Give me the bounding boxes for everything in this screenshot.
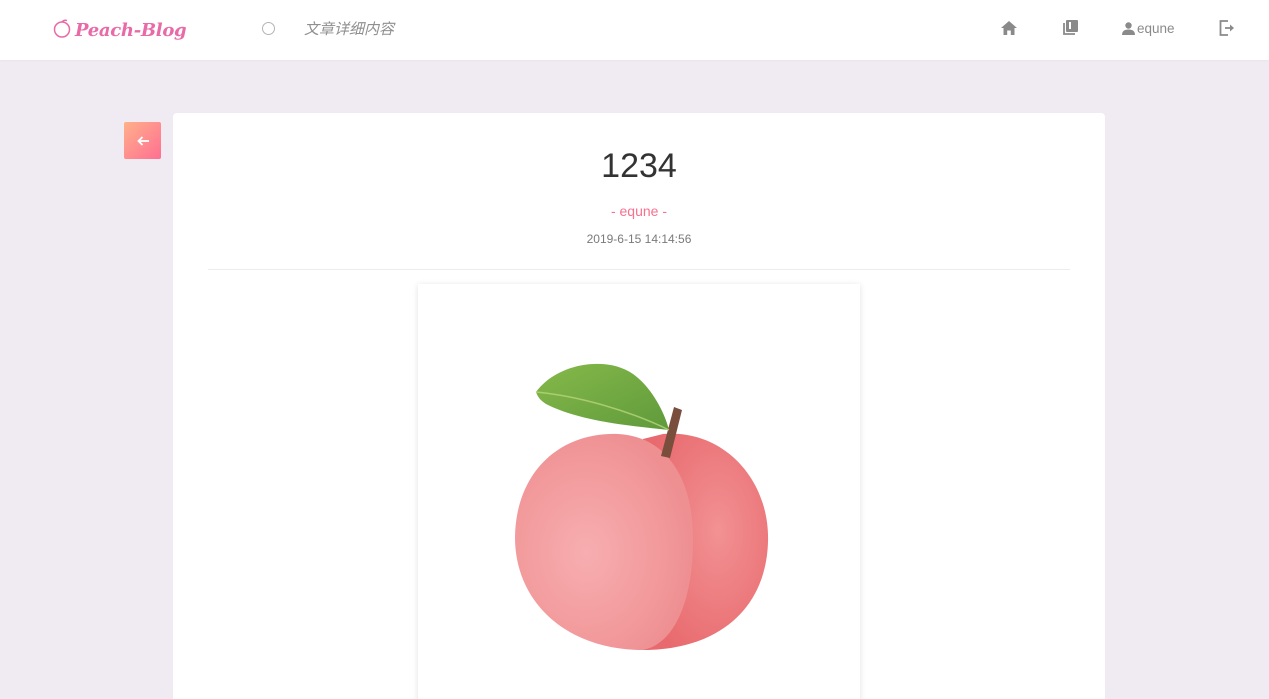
article-title: 1234 — [601, 147, 677, 185]
logo-text: Peach-Blog — [75, 19, 187, 41]
top-navbar: Peach-Blog 文章详细内容 equne — [0, 0, 1269, 60]
article-image — [418, 284, 860, 699]
arrow-left-icon — [136, 135, 149, 146]
username-label: equne — [1137, 20, 1175, 36]
article-card: 1234 - equne - 2019-6-15 14:14:56 — [173, 113, 1105, 699]
article-author: - equne - — [610, 203, 668, 219]
circle-icon — [262, 22, 275, 35]
peach-logo-icon — [52, 18, 72, 43]
page-name: 文章详细内容 — [304, 21, 395, 38]
logout-icon[interactable] — [1218, 19, 1236, 37]
library-icon[interactable] — [1061, 19, 1079, 37]
peach-illustration — [515, 363, 769, 650]
back-button[interactable] — [124, 122, 161, 159]
divider — [208, 269, 1070, 270]
home-icon[interactable] — [1000, 19, 1018, 37]
logo[interactable]: Peach-Blog — [52, 16, 187, 44]
user-menu[interactable]: equne — [1122, 19, 1175, 37]
user-icon — [1122, 21, 1135, 35]
article-date: 2019-6-15 14:14:56 — [586, 232, 692, 246]
